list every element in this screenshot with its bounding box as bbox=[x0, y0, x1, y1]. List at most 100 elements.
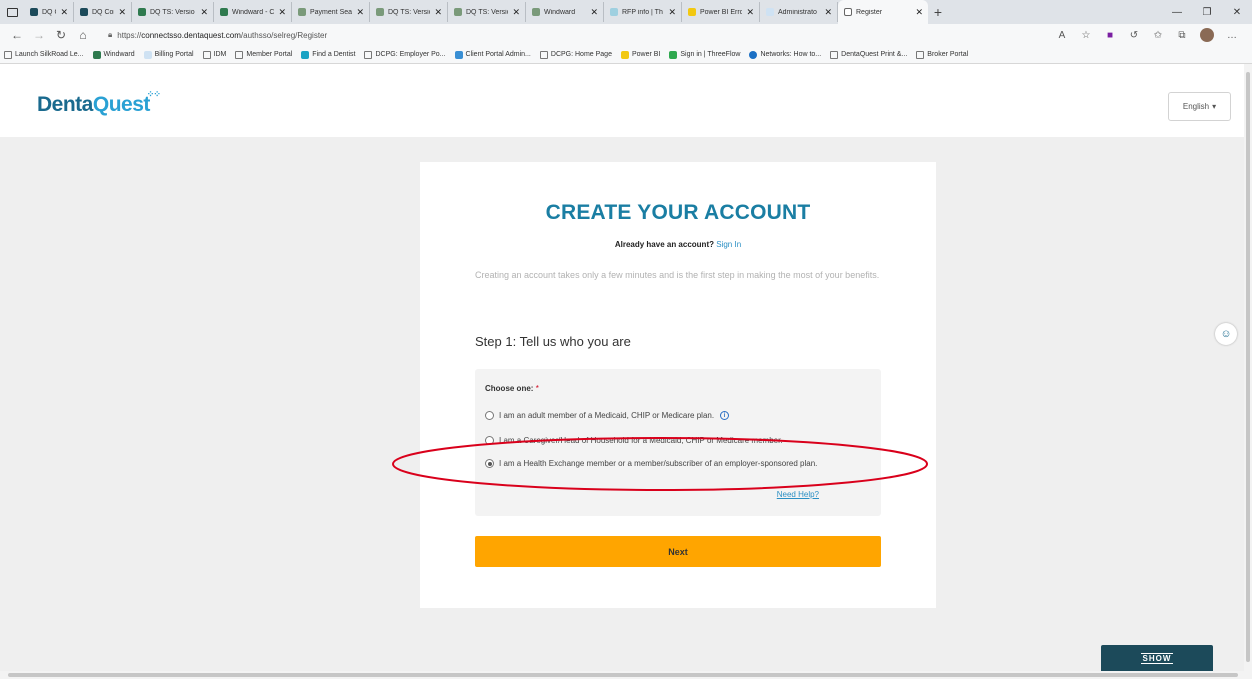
windward-icon bbox=[92, 50, 101, 59]
sync-icon[interactable]: ↺ bbox=[1122, 30, 1146, 41]
bookmark-item[interactable]: Billing Portal bbox=[143, 50, 194, 59]
browser-tab[interactable]: Payment Sea ✕ bbox=[292, 2, 370, 22]
browser-tab[interactable]: DQ TS: Versio ✕ bbox=[132, 2, 214, 22]
close-icon[interactable]: ✕ bbox=[200, 7, 208, 18]
close-icon[interactable]: ✕ bbox=[915, 7, 923, 18]
page-content: DentaQuest ⁘⁘ English ▾ CREATE YOUR ACCO… bbox=[0, 64, 1244, 669]
show-button[interactable]: SHOW bbox=[1101, 645, 1213, 671]
billing-icon bbox=[143, 50, 152, 59]
browser-tab[interactable]: DQ TS: Versio ✕ bbox=[448, 2, 526, 22]
collections-icon[interactable]: ⧉ bbox=[1170, 30, 1194, 41]
tab-favicon bbox=[30, 8, 38, 16]
language-select[interactable]: English ▾ bbox=[1168, 92, 1231, 121]
tab-favicon bbox=[610, 8, 618, 16]
read-aloud-icon[interactable]: A︎ bbox=[1050, 30, 1074, 41]
browser-tab[interactable]: Power BI Erro ✕ bbox=[682, 2, 760, 22]
logo-dots-icon: ⁘⁘ bbox=[146, 89, 161, 99]
sign-in-link[interactable]: Sign In bbox=[716, 240, 741, 249]
tab-actions-icon[interactable] bbox=[0, 0, 24, 24]
dentist-icon bbox=[301, 50, 310, 59]
dentaquest-logo[interactable]: DentaQuest ⁘⁘ bbox=[37, 89, 161, 117]
bookmark-item[interactable]: IDM bbox=[202, 50, 226, 59]
forward-icon[interactable]: → bbox=[28, 28, 50, 42]
minimize-icon[interactable]: — bbox=[1162, 7, 1192, 18]
restore-icon[interactable]: ❐ bbox=[1192, 7, 1222, 18]
browser-tab[interactable]: Windward - C ✕ bbox=[214, 2, 292, 22]
scrollbar-thumb[interactable] bbox=[8, 673, 1238, 677]
bookmark-item[interactable]: Sign in | ThreeFlow bbox=[669, 50, 740, 59]
info-icon[interactable]: i bbox=[720, 411, 730, 420]
refresh-icon[interactable]: ↻ bbox=[50, 28, 72, 42]
page-icon bbox=[364, 50, 373, 59]
intro-text: Creating an account takes only a few min… bbox=[475, 270, 880, 280]
browser-tab[interactable]: DQ Connect✕ bbox=[24, 2, 74, 22]
tab-favicon bbox=[376, 8, 384, 16]
browser-tab[interactable]: RFP info | Th ✕ bbox=[604, 2, 682, 22]
radio-button[interactable] bbox=[485, 411, 494, 420]
extension-icon[interactable]: ■ bbox=[1098, 30, 1122, 41]
tab-favicon bbox=[454, 8, 462, 16]
bookmark-item[interactable]: Find a Dentist bbox=[301, 50, 355, 59]
horizontal-scrollbar[interactable] bbox=[0, 671, 1252, 679]
profile-avatar[interactable] bbox=[1200, 28, 1214, 42]
favorite-star-icon[interactable]: ☆ bbox=[1074, 30, 1098, 41]
site-header: DentaQuest ⁘⁘ English ▾ bbox=[0, 64, 1244, 137]
close-icon[interactable]: ✕ bbox=[60, 7, 68, 18]
browser-tab-active[interactable]: Register ✕ bbox=[838, 0, 928, 24]
url-field[interactable]: 🔒︎ https://connectsso.dentaquest.com/aut… bbox=[108, 30, 327, 40]
address-bar-row: ← → ↻ ⌂ 🔒︎ https://connectsso.dentaquest… bbox=[0, 24, 1252, 46]
choose-label: Choose one: * bbox=[485, 384, 539, 393]
browser-tab-bar: DQ Connect✕ DQ Connect✕ DQ TS: Versio✕ W… bbox=[0, 0, 1252, 24]
bookmark-item[interactable]: Member Portal bbox=[235, 50, 292, 59]
back-icon[interactable]: ← bbox=[6, 28, 28, 42]
power-bi-icon bbox=[620, 50, 629, 59]
cloud-icon bbox=[749, 50, 758, 59]
bookmark-item[interactable]: Broker Portal bbox=[916, 50, 968, 59]
page-icon bbox=[4, 50, 12, 59]
page-icon bbox=[916, 50, 925, 59]
close-icon[interactable]: ✕ bbox=[434, 7, 442, 18]
bookmark-item[interactable]: Networks: How to... bbox=[749, 50, 821, 59]
close-icon[interactable]: ✕ bbox=[356, 7, 364, 18]
favorites-icon[interactable]: ✩ bbox=[1146, 30, 1170, 41]
bookmarks-bar: Launch SilkRoad Le... Windward Billing P… bbox=[0, 46, 1252, 64]
close-icon[interactable]: ✕ bbox=[118, 7, 126, 18]
scrollbar-thumb[interactable] bbox=[1246, 72, 1250, 662]
window-close-icon[interactable]: ✕ bbox=[1222, 7, 1252, 18]
lock-icon: 🔒︎ bbox=[108, 30, 113, 39]
threeflow-icon bbox=[669, 50, 678, 59]
bookmark-item[interactable]: DentaQuest Print &... bbox=[830, 50, 907, 59]
tab-favicon bbox=[532, 8, 540, 16]
browser-tab[interactable]: Administrato ✕ bbox=[760, 2, 838, 22]
tab-favicon bbox=[80, 8, 88, 16]
browser-tab[interactable]: DQ Connect✕ bbox=[74, 2, 132, 22]
close-icon[interactable]: ✕ bbox=[746, 7, 754, 18]
more-menu-icon[interactable]: … bbox=[1220, 30, 1244, 41]
close-icon[interactable]: ✕ bbox=[590, 7, 598, 18]
tab-favicon bbox=[138, 8, 146, 16]
step-title: Step 1: Tell us who you are bbox=[475, 334, 631, 349]
bookmark-item[interactable]: DCPG: Employer Po... bbox=[364, 50, 446, 59]
close-icon[interactable]: ✕ bbox=[824, 7, 832, 18]
bookmark-item[interactable]: Power BI bbox=[620, 50, 660, 59]
bookmark-item[interactable]: Launch SilkRoad Le... bbox=[4, 50, 84, 59]
close-icon[interactable]: ✕ bbox=[278, 7, 286, 18]
tab-favicon bbox=[688, 8, 696, 16]
annotation-ellipse bbox=[392, 437, 928, 491]
feedback-icon[interactable]: ☺ bbox=[1215, 323, 1237, 345]
home-icon[interactable]: ⌂ bbox=[72, 28, 94, 42]
registration-card: CREATE YOUR ACCOUNT Already have an acco… bbox=[420, 162, 936, 608]
bookmark-item[interactable]: DCPG: Home Page bbox=[539, 50, 612, 59]
new-tab-icon[interactable]: + bbox=[928, 4, 948, 20]
role-option-medicaid-adult[interactable]: I am an adult member of a Medicaid, CHIP… bbox=[485, 411, 730, 420]
bookmark-item[interactable]: Windward bbox=[92, 50, 135, 59]
browser-tab[interactable]: DQ TS: Versio ✕ bbox=[370, 2, 448, 22]
page-icon bbox=[235, 50, 244, 59]
close-icon[interactable]: ✕ bbox=[512, 7, 520, 18]
browser-tab[interactable]: Windward ✕ bbox=[526, 2, 604, 22]
vertical-scrollbar[interactable] bbox=[1244, 64, 1252, 671]
next-button[interactable]: Next bbox=[475, 536, 881, 567]
bookmark-item[interactable]: Client Portal Admin... bbox=[454, 50, 531, 59]
close-icon[interactable]: ✕ bbox=[668, 7, 676, 18]
page-icon bbox=[844, 8, 852, 16]
